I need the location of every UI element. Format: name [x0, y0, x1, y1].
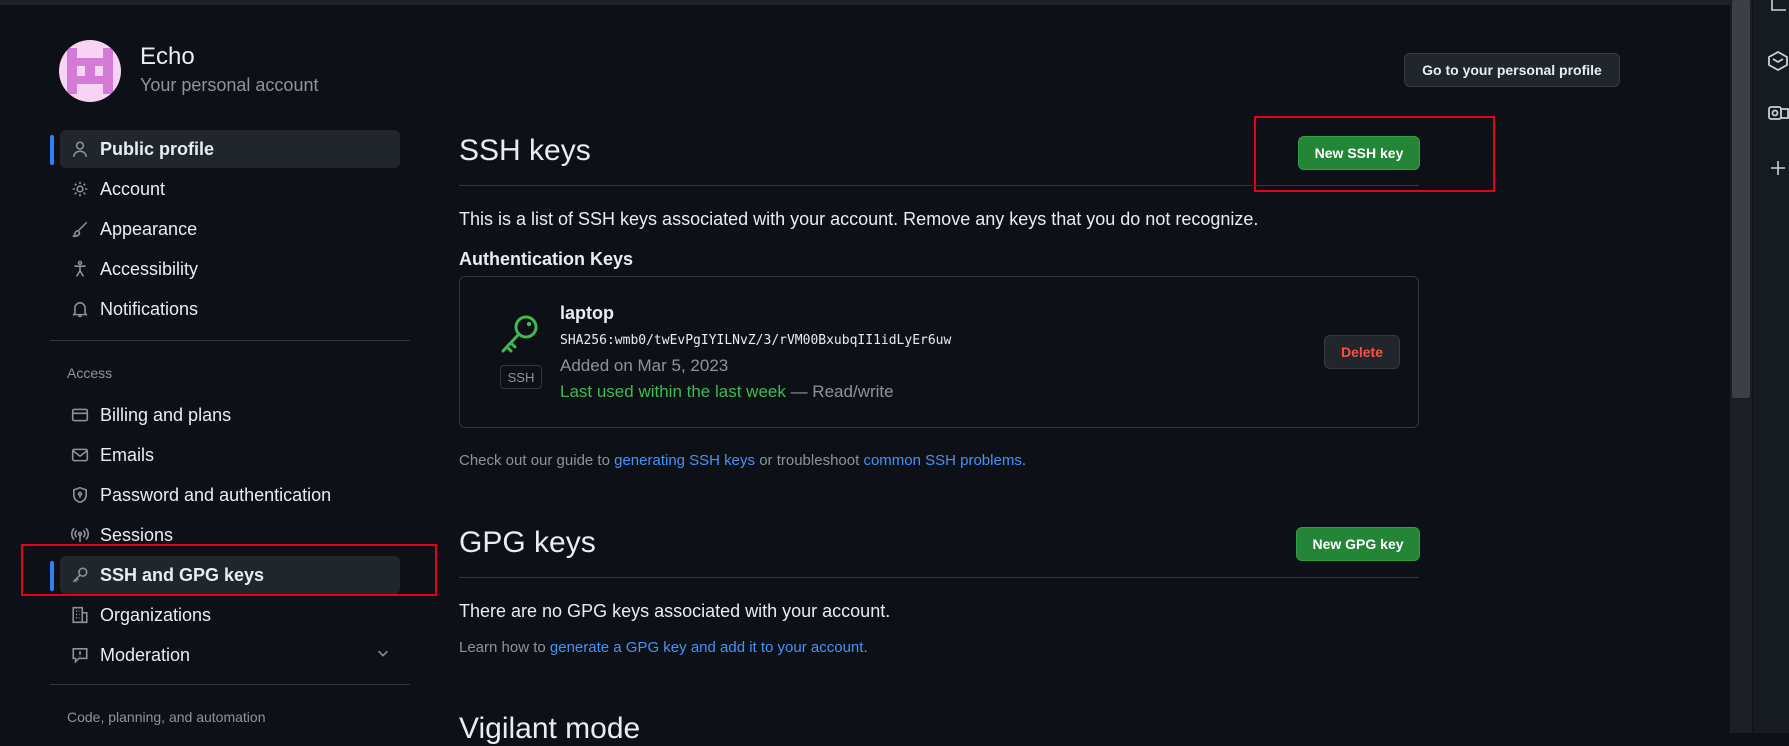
chevron-down-icon[interactable] [376, 646, 390, 665]
sidebar-item-label: Organizations [100, 604, 212, 625]
new-gpg-key-button[interactable]: New GPG key [1296, 527, 1420, 561]
sidebar-section-code-planning: Code, planning, and automation [67, 709, 266, 725]
ssh-badge: SSH [500, 365, 542, 389]
organization-icon [69, 604, 91, 626]
sidebar-item-emails[interactable]: Emails [60, 436, 400, 474]
section-divider [459, 577, 1419, 578]
key-added-date: Added on Mar 5, 2023 [560, 356, 729, 375]
ssh-guide-prefix: Check out our guide to [459, 452, 615, 469]
highlight-box-sidebar [21, 544, 437, 596]
common-ssh-problems-link[interactable]: common SSH problems [863, 452, 1021, 469]
gpg-empty-text: There are no GPG keys associated with yo… [459, 601, 891, 621]
sidebar-item-label: Public profile [100, 138, 215, 159]
go-to-profile-button[interactable]: Go to your personal profile [1404, 53, 1620, 87]
key-title: laptop [560, 303, 614, 323]
sidebar-item-account[interactable]: Account [60, 170, 400, 208]
active-indicator [50, 135, 54, 165]
ssh-keys-title: SSH keys [459, 134, 591, 167]
copilot-icon[interactable] [1768, 0, 1789, 22]
avatar[interactable] [59, 40, 121, 102]
ssh-guide-middle: or troubleshoot [755, 452, 864, 469]
gpg-learn-text: Learn how to generate a GPG key and add … [459, 639, 868, 656]
ssh-description: This is a list of SSH keys associated wi… [459, 209, 1259, 229]
scrollbar-thumb[interactable] [1732, 0, 1750, 398]
ssh-guide-suffix: . [1021, 452, 1026, 469]
sidebar-item-label: Appearance [100, 218, 198, 239]
sidebar-item-label: Emails [100, 444, 155, 465]
sidebar-divider [50, 340, 410, 341]
sidebar-item-label: Accessibility [100, 258, 199, 279]
key-last-used-status: Last used within the last week [560, 382, 786, 401]
sidebar-section-access: Access [67, 365, 113, 381]
sidebar-item-accessibility[interactable]: Accessibility [60, 250, 400, 288]
accessibility-icon [69, 258, 91, 280]
key-icon [499, 313, 541, 359]
ssh-key-item [459, 276, 1419, 428]
gpg-keys-title: GPG keys [459, 526, 596, 559]
sidebar-item-label: Billing and plans [100, 404, 232, 425]
account-name[interactable]: Echo [140, 43, 195, 71]
account-subtitle: Your personal account [140, 75, 319, 95]
sidebar-item-label: Moderation [100, 644, 191, 665]
report-icon [69, 644, 91, 666]
gear-icon [69, 178, 91, 200]
delete-key-button[interactable]: Delete [1324, 335, 1400, 369]
credit-card-icon [69, 404, 91, 426]
paintbrush-icon [69, 218, 91, 240]
sidebar-divider [50, 684, 410, 685]
plus-icon[interactable] [1768, 158, 1789, 180]
outlook-icon[interactable] [1768, 103, 1789, 125]
sidebar-item-label: Notifications [100, 298, 199, 319]
sidebar-item-appearance[interactable]: Appearance [60, 210, 400, 248]
sidebar-item-password[interactable]: Password and authentication [60, 476, 400, 514]
gpg-learn-suffix: . [863, 639, 868, 656]
new-ssh-key-button[interactable]: New SSH key [1298, 136, 1420, 170]
sidebar-item-billing[interactable]: Billing and plans [60, 396, 400, 434]
generate-gpg-key-link[interactable]: generate a GPG key and add it to your ac… [550, 639, 864, 656]
vigilant-mode-title: Vigilant mode [459, 712, 641, 745]
sidebar-item-notifications[interactable]: Notifications [60, 290, 400, 328]
broadcast-icon [69, 524, 91, 546]
key-access-level: — Read/write [785, 382, 894, 401]
sidebar-item-label: Password and authentication [100, 484, 332, 505]
shield-icon [69, 484, 91, 506]
key-fingerprint: SHA256:wmb0/twEvPgIYILNvZ/3/rVM00BxubqII… [560, 333, 952, 348]
gpg-learn-prefix: Learn how to [459, 639, 550, 656]
sidebar-item-public-profile[interactable]: Public profile [60, 130, 400, 168]
person-icon [69, 138, 91, 160]
sidebar-item-label: Sessions [100, 524, 174, 545]
ssh-guide-text: Check out our guide to generating SSH ke… [459, 452, 1026, 469]
mail-icon [69, 444, 91, 466]
top-bar [0, 0, 1730, 5]
sidebar-item-organizations[interactable]: Organizations [60, 596, 400, 634]
sidebar-item-label: Account [100, 178, 166, 199]
sidebar-item-moderation[interactable]: Moderation [60, 636, 400, 674]
generating-ssh-keys-link[interactable]: generating SSH keys [614, 452, 755, 469]
extension-icon[interactable] [1768, 50, 1789, 72]
bell-icon [69, 298, 91, 320]
authentication-keys-heading: Authentication Keys [459, 249, 634, 269]
key-last-used: Last used within the last week — Read/wr… [560, 382, 894, 402]
section-divider [459, 185, 1419, 186]
